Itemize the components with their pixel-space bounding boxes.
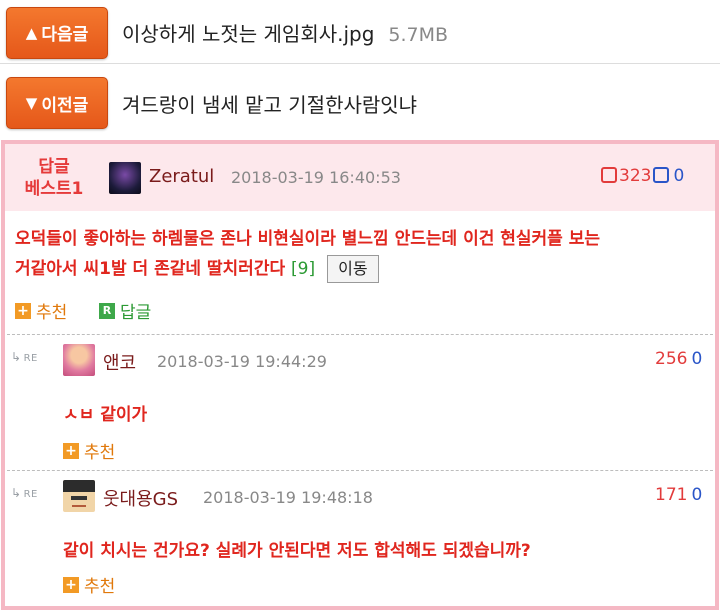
recommend-label: 추천 [36,303,68,323]
best-comment-header: 답글 베스트1 Zeratul 2018-03-19 16:40:53 323 0 [5,144,715,211]
down-arrow-icon: ▼ [25,94,38,112]
next-post-title: 이상하게 노젓는 게임회사.jpg [122,22,375,46]
next-post-row: ▲ 다음글 이상하게 노젓는 게임회사.jpg 5.7MB [0,2,720,64]
reply-indicator-icon: RE [11,486,38,500]
avatar[interactable] [63,480,95,512]
upvote-count: 171 [655,485,688,505]
recommend-label: 추천 [84,577,116,597]
reply-indicator-icon: RE [11,350,38,364]
best-comment-text: 오덕들이 좋아하는 하렘물은 존나 비현실이라 별느낌 안드는데 이건 현실커플… [15,224,705,284]
reply-icon: R [99,302,115,319]
author-nick[interactable]: 앤코 [103,349,136,375]
reply-count: [9] [291,259,316,279]
reply-button[interactable]: R 답글 [99,298,151,323]
prev-post-title: 겨드랑이 냄세 맡고 기절한사람잇냐 [122,92,418,117]
recommend-label: 추천 [84,443,116,463]
comment-date: 2018-03-19 16:40:53 [231,168,401,187]
author-nick[interactable]: Zeratul [149,166,214,187]
plus-icon: + [15,302,31,319]
avatar[interactable] [109,162,141,194]
recommend-button[interactable]: + 추천 [63,438,115,463]
avatar[interactable] [63,344,95,376]
recommend-button[interactable]: + 추천 [63,572,115,597]
upvote-count: 323 [619,166,652,186]
comment-date: 2018-03-19 19:44:29 [157,352,327,371]
best-comment-line1: 오덕들이 좋아하는 하렘물은 존나 비현실이라 별느낌 안드는데 이건 현실커플… [15,229,601,249]
best-comment-box: 답글 베스트1 Zeratul 2018-03-19 16:40:53 323 0… [1,140,719,610]
author-nick[interactable]: 웃대용GS [103,485,178,511]
divider [7,470,713,471]
best-badge-line2: 베스트1 [24,179,84,199]
reply-comment-text: 같이 치시는 건가요? 실례가 안된다면 저도 합석해도 되겠습니까? [63,541,531,561]
vote-counts: 323 0 [601,166,684,186]
recommend-button[interactable]: + 추천 [15,298,67,323]
vote-counts: 256 0 [655,349,702,369]
prev-post-label: 이전글 [41,95,89,116]
prev-post-link[interactable]: 겨드랑이 냄세 맡고 기절한사람잇냐 [122,89,417,118]
best-comment-line2-text: 거같아서 씨1발 더 존같네 딸치러간다 [15,259,286,279]
downvote-count: 0 [691,485,703,505]
plus-icon: + [63,442,79,459]
reply-comment-text: ㅅㅂ 같이가 [63,405,148,425]
prev-post-button[interactable]: ▼ 이전글 [6,77,108,129]
thumbs-down-icon[interactable] [653,167,670,183]
plus-icon: + [63,576,79,593]
upvote-count: 256 [655,349,688,369]
best-comment-line2: 거같아서 씨1발 더 존같네 딸치러간다 [9] 이동 [15,254,705,284]
downvote-count: 0 [691,349,703,369]
up-arrow-icon: ▲ [25,23,38,42]
thumbs-up-icon[interactable] [601,167,617,183]
downvote-count: 0 [673,166,685,186]
vote-counts: 171 0 [655,485,702,505]
divider [7,334,713,335]
next-post-button[interactable]: ▲ 다음글 [6,6,108,59]
reply-label: 답글 [120,303,152,323]
next-post-label: 다음글 [41,25,89,45]
move-button[interactable]: 이동 [327,255,379,283]
comment-date: 2018-03-19 19:48:18 [203,488,373,507]
best-badge-line1: 답글 [38,157,70,177]
next-post-size: 5.7MB [388,24,449,46]
prev-post-row: ▼ 이전글 겨드랑이 냄세 맡고 기절한사람잇냐 [0,72,720,134]
next-post-link[interactable]: 이상하게 노젓는 게임회사.jpg 5.7MB [122,18,448,47]
best-badge: 답글 베스트1 [19,156,89,200]
